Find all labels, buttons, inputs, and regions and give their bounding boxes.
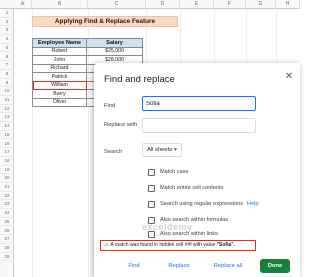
row-number[interactable]: 16: [0, 140, 14, 149]
table-row: Robert $25,000: [32, 46, 143, 56]
column-header[interactable]: A: [14, 0, 32, 9]
column-header[interactable]: B: [32, 0, 88, 9]
row-number[interactable]: 25: [0, 218, 14, 227]
watermark-tagline: EXCEL · DATA · BI: [152, 233, 182, 237]
column-header[interactable]: F: [214, 0, 246, 9]
search-label: Search: [104, 149, 123, 155]
row-number[interactable]: 12: [0, 105, 14, 114]
find-input[interactable]: [142, 96, 256, 111]
row-number[interactable]: 1: [0, 9, 14, 18]
checkbox[interactable]: [148, 169, 155, 176]
row-number[interactable]: 23: [0, 200, 14, 210]
employee-name-cell[interactable]: Oliver: [32, 97, 87, 107]
warning-icon: ⚠: [104, 242, 109, 248]
selected-employee-name-cell[interactable]: William: [32, 80, 87, 90]
option-label: Match entire cell contents: [160, 185, 224, 191]
row-number[interactable]: 29: [0, 253, 14, 262]
column-header[interactable]: G: [246, 0, 276, 9]
row-number[interactable]: 15: [0, 131, 14, 140]
chevron-down-icon: ▼: [173, 147, 178, 153]
search-scope-value: All sheets: [147, 147, 173, 153]
row-number[interactable]: 8: [0, 70, 14, 79]
salary-cell[interactable]: $25,000: [86, 46, 143, 56]
employee-name-cell[interactable]: John: [32, 55, 87, 65]
alert-text: A match was found in hidden cell ##f wit…: [110, 242, 216, 248]
row-number[interactable]: 20: [0, 174, 14, 183]
row-number[interactable]: 14: [0, 122, 14, 131]
hidden-match-alert: ⚠ A match was found in hidden cell ##f wi…: [100, 240, 256, 251]
row-number[interactable]: 18: [0, 157, 14, 166]
row-number[interactable]: 10: [0, 87, 14, 96]
row-number[interactable]: 9: [0, 79, 14, 88]
row-number[interactable]: 7: [0, 61, 14, 70]
employee-name-cell[interactable]: Barry: [32, 89, 87, 99]
row-number[interactable]: 4: [0, 35, 14, 44]
column-header-bar: A B C D E F G H: [0, 0, 300, 9]
row-header-bar: 1 2 3 4 5 6 7 8 9 10 11 12 13 14 15 16 17 18 19 20 21 22 23 24 2…: [0, 9, 14, 277]
find-button[interactable]: Find: [121, 259, 147, 273]
row-number[interactable]: 5: [0, 44, 14, 53]
replace-button[interactable]: Replace: [162, 259, 196, 273]
table-header-name[interactable]: Employee Name: [32, 38, 87, 48]
option-label: Match case: [160, 169, 189, 175]
row-number[interactable]: 21: [0, 183, 14, 192]
row-number[interactable]: 19: [0, 166, 14, 175]
replace-label: Replace with: [104, 122, 138, 128]
alert-value: "Sofia".: [216, 242, 236, 248]
row-number[interactable]: 6: [0, 53, 14, 62]
dialog-title: Find and replace: [104, 74, 175, 85]
row-number[interactable]: 28: [0, 244, 14, 253]
checkbox[interactable]: [148, 185, 155, 192]
find-replace-dialog: Find and replace ✕ Find Replace with Sea…: [94, 63, 300, 277]
row-number[interactable]: 24: [0, 209, 14, 218]
row-number[interactable]: 26: [0, 227, 14, 236]
employee-name-cell[interactable]: Richard: [32, 63, 87, 73]
row-number[interactable]: 22: [0, 192, 14, 201]
search-scope-select[interactable]: All sheets ▼: [142, 143, 182, 157]
column-header[interactable]: D: [146, 0, 180, 9]
column-header[interactable]: E: [180, 0, 214, 9]
employee-name-cell[interactable]: Robert: [32, 46, 87, 56]
close-icon[interactable]: ✕: [284, 72, 294, 82]
find-label: Find: [104, 103, 116, 109]
replace-input[interactable]: [142, 118, 256, 133]
row-number[interactable]: 13: [0, 113, 14, 123]
table-header-salary[interactable]: Salary: [86, 38, 143, 48]
replace-all-button[interactable]: Replace all: [208, 259, 248, 273]
checkbox[interactable]: [148, 201, 155, 208]
employee-name-cell[interactable]: Patrick: [32, 72, 87, 82]
row-number[interactable]: 27: [0, 235, 14, 244]
option-regex-label: Search using regular expressions: [160, 201, 244, 207]
watermark-logo: exceldemy: [142, 222, 193, 232]
option-label: Search using regular expressions Help: [160, 200, 259, 209]
row-number[interactable]: 17: [0, 148, 14, 157]
help-link[interactable]: Help: [247, 201, 259, 207]
column-header[interactable]: H: [276, 0, 300, 9]
row-number[interactable]: 3: [0, 26, 14, 36]
row-number[interactable]: 2: [0, 18, 14, 27]
done-button[interactable]: Done: [260, 259, 290, 273]
row-number[interactable]: 11: [0, 96, 14, 105]
column-header[interactable]: C: [88, 0, 146, 9]
sheet-title-cell[interactable]: Applying Find & Replace Feature: [32, 16, 178, 27]
